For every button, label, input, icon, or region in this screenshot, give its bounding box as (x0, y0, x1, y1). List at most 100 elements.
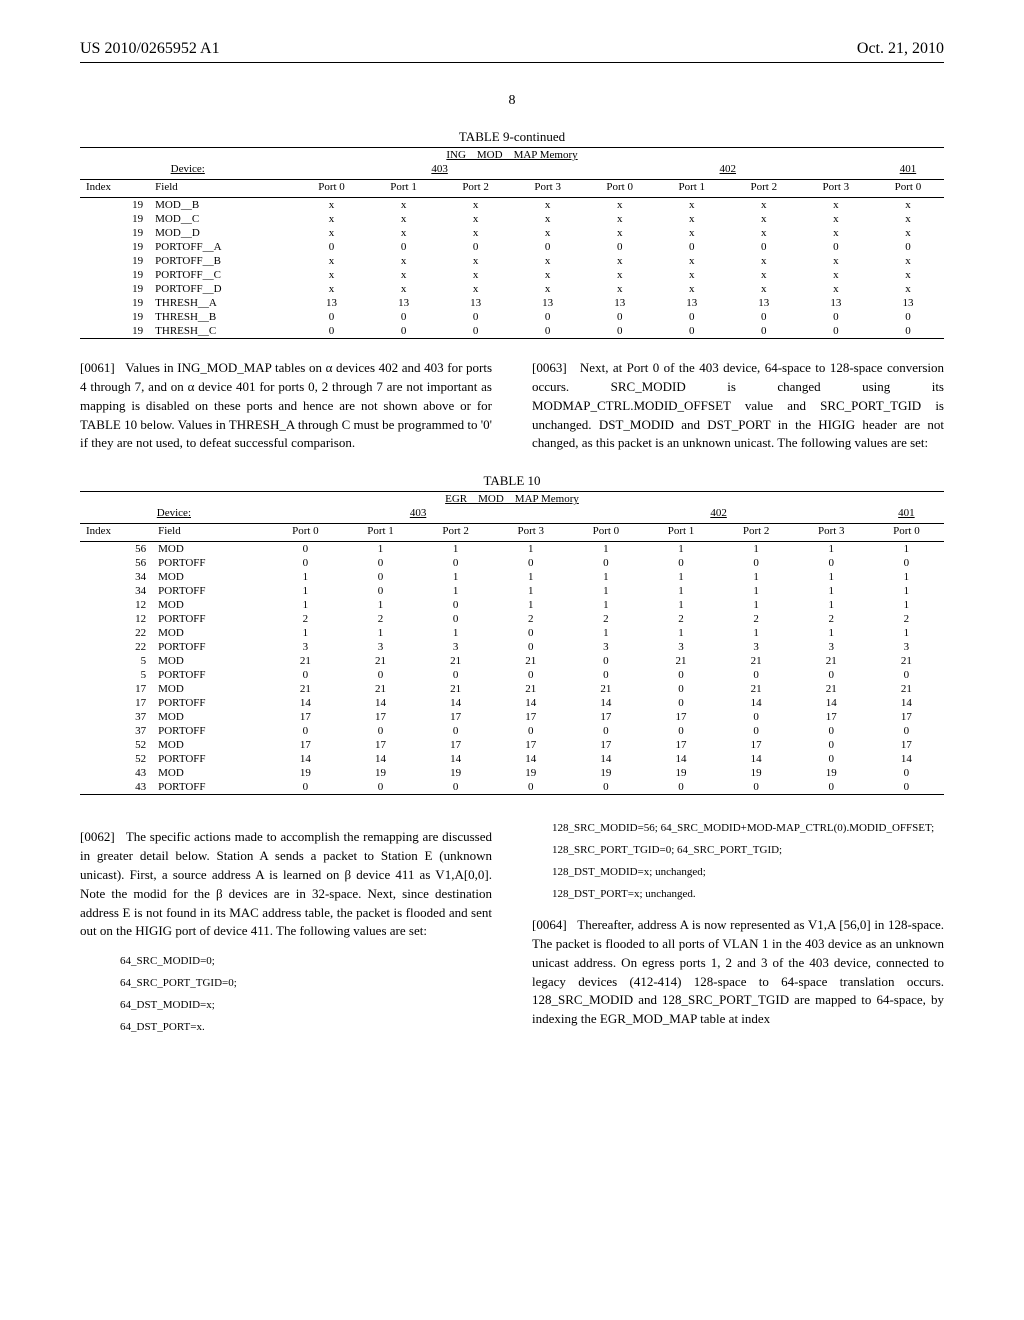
cell-index: 56 (80, 542, 152, 557)
cell-value: 0 (493, 780, 568, 795)
code-line: 64_DST_MODID=x; (120, 998, 492, 1014)
cell-value: x (296, 198, 368, 213)
cell-value: x (800, 282, 872, 296)
port-header: Port 1 (656, 180, 728, 198)
cell-value: 0 (800, 324, 872, 339)
cell-value: 17 (568, 738, 643, 752)
cell-field: MOD__B (149, 198, 295, 213)
table-row: 19THRESH__B000000000 (80, 310, 944, 324)
cell-value: 21 (493, 682, 568, 696)
device-label: Device: (80, 162, 296, 180)
cell-value: 17 (493, 710, 568, 724)
cell-field: PORTOFF (152, 668, 268, 682)
cell-value: x (584, 254, 656, 268)
cell-value: 0 (493, 724, 568, 738)
cell-value: 14 (869, 696, 944, 710)
port-header: Port 0 (869, 524, 944, 542)
cell-value: 0 (343, 584, 418, 598)
cell-value: 0 (512, 324, 584, 339)
cell-value: 0 (368, 240, 440, 254)
device-402: 402 (568, 506, 869, 524)
cell-value: 19 (493, 766, 568, 780)
cell-value: 0 (719, 780, 794, 795)
cell-value: 1 (268, 598, 343, 612)
cell-value: 1 (418, 584, 493, 598)
cell-value: 0 (643, 668, 718, 682)
cell-value: 0 (794, 668, 869, 682)
cell-value: 0 (869, 724, 944, 738)
cell-value: 14 (719, 696, 794, 710)
cell-index: 19 (80, 296, 149, 310)
cell-value: 21 (719, 682, 794, 696)
cell-value: 0 (343, 556, 418, 570)
cell-value: 21 (643, 654, 718, 668)
cell-value: 0 (656, 324, 728, 339)
cell-value: x (800, 212, 872, 226)
cell-index: 52 (80, 752, 152, 766)
table-row: 17MOD21212121210212121 (80, 682, 944, 696)
cell-index: 5 (80, 654, 152, 668)
cell-value: x (656, 198, 728, 213)
cell-value: 0 (440, 310, 512, 324)
cell-value: x (728, 268, 800, 282)
cell-value: 17 (343, 738, 418, 752)
cell-value: 2 (719, 612, 794, 626)
cell-value: 1 (719, 584, 794, 598)
cell-value: x (368, 282, 440, 296)
table-row: 19THRESH__A131313131313131313 (80, 296, 944, 310)
device-403: 403 (268, 506, 569, 524)
para-num: [0061] (80, 360, 115, 375)
cell-value: 13 (512, 296, 584, 310)
cell-value: 3 (643, 640, 718, 654)
cell-value: 0 (643, 724, 718, 738)
cell-index: 43 (80, 766, 152, 780)
cell-value: 14 (493, 696, 568, 710)
cell-value: 0 (728, 310, 800, 324)
cell-value: x (656, 254, 728, 268)
cell-field: MOD (152, 654, 268, 668)
cell-value: 0 (869, 780, 944, 795)
cell-value: 13 (800, 296, 872, 310)
cell-field: PORTOFF__C (149, 268, 295, 282)
cell-value: x (656, 268, 728, 282)
port-header: Port 3 (493, 524, 568, 542)
cell-value: 0 (268, 542, 343, 557)
cell-value: 14 (343, 752, 418, 766)
cell-value: 1 (418, 626, 493, 640)
cell-value: 0 (728, 240, 800, 254)
cell-value: 14 (568, 752, 643, 766)
cell-value: 14 (643, 752, 718, 766)
table-row: 19PORTOFF__Cxxxxxxxxx (80, 268, 944, 282)
table-row: 52PORTOFF14141414141414014 (80, 752, 944, 766)
cell-value: 1 (493, 584, 568, 598)
cell-value: 17 (869, 738, 944, 752)
cell-field: MOD (152, 542, 268, 557)
cell-index: 56 (80, 556, 152, 570)
cell-value: 14 (268, 752, 343, 766)
cell-value: x (296, 282, 368, 296)
cell-value: 0 (493, 556, 568, 570)
cell-value: 1 (643, 598, 718, 612)
cell-value: 1 (568, 542, 643, 557)
cell-field: PORTOFF (152, 612, 268, 626)
cell-value: x (296, 268, 368, 282)
cell-index: 19 (80, 240, 149, 254)
cell-value: x (656, 282, 728, 296)
cell-value: 1 (568, 584, 643, 598)
cell-value: 21 (794, 654, 869, 668)
cell-value: 0 (568, 668, 643, 682)
cell-value: 17 (869, 710, 944, 724)
port-header: Port 1 (343, 524, 418, 542)
table-row: 5MOD21212121021212121 (80, 654, 944, 668)
table-row: 34MOD101111111 (80, 570, 944, 584)
cell-value: 0 (343, 780, 418, 795)
cell-value: x (512, 226, 584, 240)
table-row: 19MOD__Bxxxxxxxxx (80, 198, 944, 213)
cell-value: 2 (268, 612, 343, 626)
para-num: [0062] (80, 829, 115, 844)
cell-index: 22 (80, 626, 152, 640)
cell-value: 0 (656, 240, 728, 254)
cell-value: 0 (268, 780, 343, 795)
cell-value: x (296, 212, 368, 226)
cell-value: 1 (719, 542, 794, 557)
